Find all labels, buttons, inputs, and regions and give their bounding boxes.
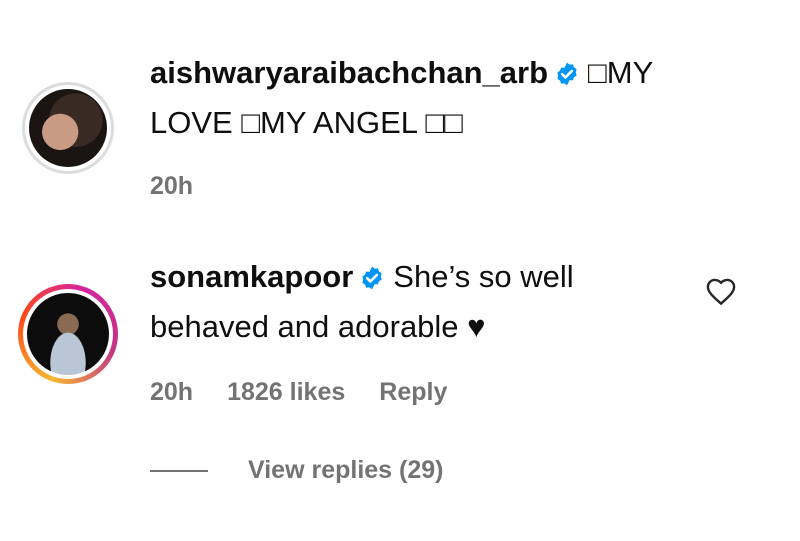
comment: aishwaryaraibachchan_arb □MY LOVE □MY ANG…: [150, 50, 710, 146]
verified-badge-icon: [554, 54, 580, 100]
comment-meta: 20h: [150, 172, 227, 201]
comment-username[interactable]: sonamkapoor: [150, 259, 353, 294]
comment-meta: 20h 1826 likes Reply: [150, 378, 481, 407]
reply-button[interactable]: Reply: [379, 378, 447, 406]
heart-outline-icon[interactable]: [705, 276, 737, 306]
comment-username[interactable]: aishwaryaraibachchan_arb: [150, 55, 548, 90]
comments-panel: aishwaryaraibachchan_arb □MY LOVE □MY ANG…: [0, 0, 800, 541]
comment: sonamkapoor She’s so well behaved and ado…: [150, 254, 670, 350]
view-replies-button[interactable]: View replies (29): [150, 456, 443, 485]
avatar-with-story-ring[interactable]: [18, 284, 118, 384]
likes-count[interactable]: 1826 likes: [227, 378, 345, 406]
divider-line: [150, 469, 208, 472]
avatar-image: [29, 89, 107, 167]
verified-badge-icon: [359, 258, 385, 304]
avatar[interactable]: [22, 82, 114, 174]
comment-time: 20h: [150, 378, 194, 406]
comment-time: 20h: [150, 172, 194, 200]
avatar-image: [27, 293, 109, 375]
view-replies-label: View replies (29): [248, 456, 444, 484]
